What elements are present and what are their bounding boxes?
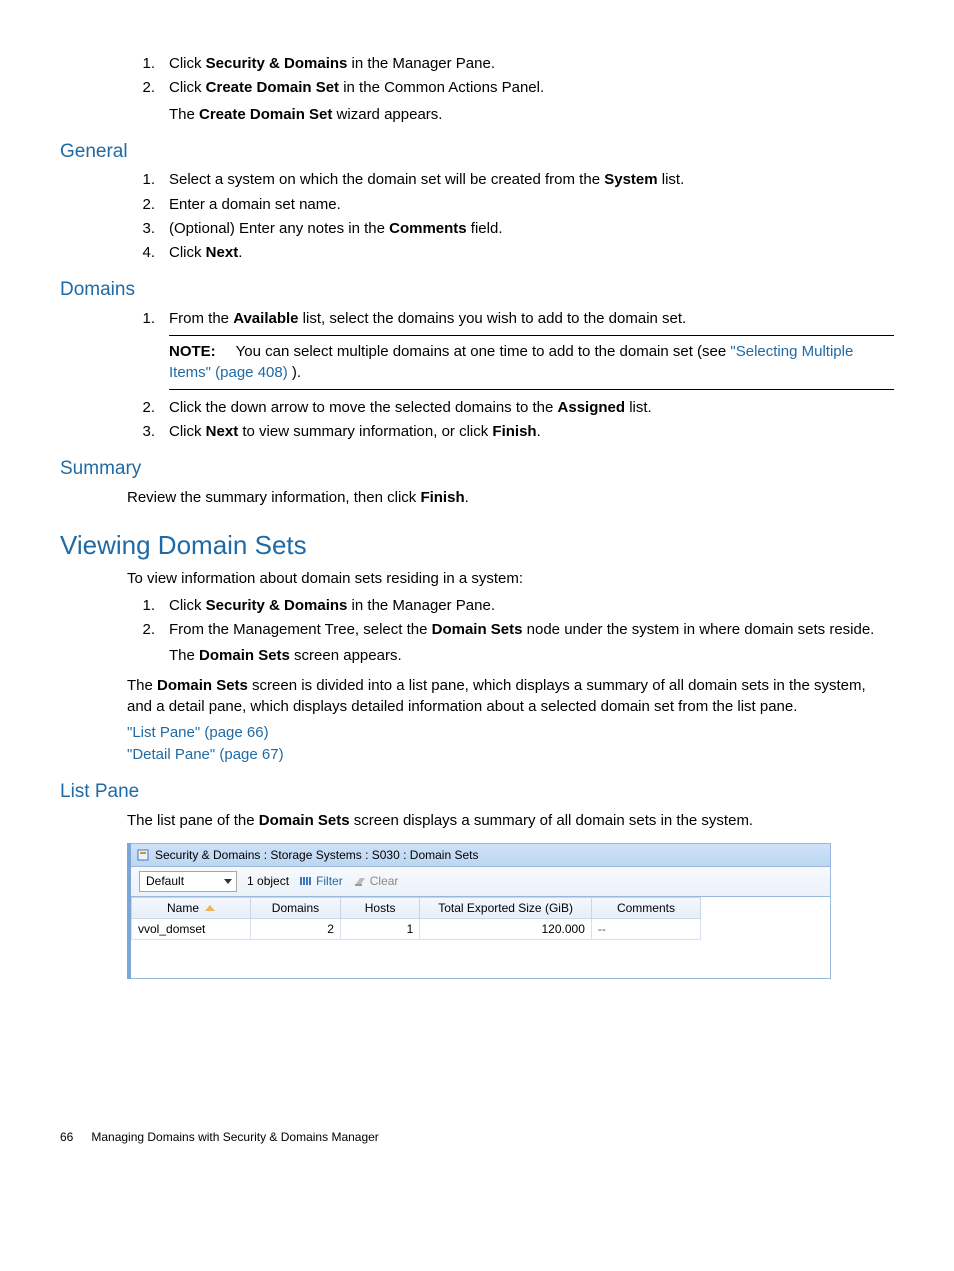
col-total-exported-size[interactable]: Total Exported Size (GiB) (420, 897, 592, 918)
screenshot-titlebar: Security & Domains : Storage Systems : S… (131, 843, 831, 867)
link-list-pane[interactable]: "List Pane" (page 66) (127, 724, 269, 741)
list-item: 1. Select a system on which the domain s… (127, 170, 894, 190)
eraser-icon (353, 875, 367, 887)
view-select-value: Default (146, 873, 184, 889)
list-item: 2. Click the down arrow to move the sele… (127, 398, 894, 418)
list-pane-text: The list pane of the Domain Sets screen … (127, 811, 894, 831)
table-row[interactable]: vvol_domset 2 1 120.000 -- (132, 918, 701, 939)
page-number: 66 (60, 1129, 88, 1145)
list-item: 2. From the Management Tree, select the … (127, 620, 894, 667)
clear-button[interactable]: Clear (353, 873, 399, 889)
heading-list-pane: List Pane (60, 779, 894, 805)
intro-steps: 1. Click Security & Domains in the Manag… (127, 54, 894, 125)
note-block: NOTE:You can select multiple domains at … (169, 335, 894, 390)
domains-steps: 1. From the Available list, select the d… (127, 309, 894, 442)
link-detail-pane[interactable]: "Detail Pane" (page 67) (127, 746, 284, 763)
list-item: 1. From the Available list, select the d… (127, 309, 894, 390)
note-label: NOTE: (169, 343, 216, 360)
viewing-description: The Domain Sets screen is divided into a… (127, 676, 894, 717)
viewing-links: "List Pane" (page 66) "Detail Pane" (pag… (127, 723, 894, 766)
list-item: 4. Click Next. (127, 243, 894, 263)
viewing-steps: 1. Click Security & Domains in the Manag… (127, 596, 894, 667)
screenshot-toolbar: Default 1 object Filter Clear (131, 867, 831, 896)
list-item: 2. Click Create Domain Set in the Common… (127, 78, 894, 125)
heading-general: General (60, 139, 894, 165)
sort-ascending-icon (205, 905, 215, 911)
viewing-intro: To view information about domain sets re… (127, 569, 894, 589)
step-number: 1. (127, 54, 155, 74)
window-icon (137, 849, 149, 861)
col-domains[interactable]: Domains (251, 897, 341, 918)
general-steps: 1. Select a system on which the domain s… (127, 170, 894, 263)
screenshot-title: Security & Domains : Storage Systems : S… (155, 847, 478, 863)
cell-hosts: 1 (340, 918, 419, 939)
summary-text: Review the summary information, then cli… (127, 488, 894, 508)
heading-viewing-domain-sets: Viewing Domain Sets (60, 528, 894, 563)
col-comments[interactable]: Comments (591, 897, 700, 918)
list-item: 2. Enter a domain set name. (127, 195, 894, 215)
filter-icon (299, 875, 313, 887)
list-item: 3. Click Next to view summary informatio… (127, 422, 894, 442)
screenshot-domain-sets-list-pane: Security & Domains : Storage Systems : S… (127, 843, 831, 979)
cell-comments: -- (591, 918, 700, 939)
col-hosts[interactable]: Hosts (340, 897, 419, 918)
list-item: 1. Click Security & Domains in the Manag… (127, 54, 894, 74)
col-name[interactable]: Name (132, 897, 251, 918)
cell-domains: 2 (251, 918, 341, 939)
heading-summary: Summary (60, 456, 894, 482)
cell-size: 120.000 (420, 918, 592, 939)
heading-domains: Domains (60, 277, 894, 303)
footer-title: Managing Domains with Security & Domains… (91, 1130, 378, 1144)
view-select[interactable]: Default (139, 871, 237, 891)
list-item: 3. (Optional) Enter any notes in the Com… (127, 219, 894, 239)
list-item: 1. Click Security & Domains in the Manag… (127, 596, 894, 616)
chevron-down-icon (224, 879, 232, 884)
table-empty-area (131, 940, 830, 978)
table-header-row: Name Domains Hosts Total Exported Size (… (132, 897, 701, 918)
object-count: 1 object (247, 873, 289, 889)
page-footer: 66 Managing Domains with Security & Doma… (60, 1129, 894, 1145)
screenshot-table: Name Domains Hosts Total Exported Size (… (131, 897, 831, 979)
cell-name: vvol_domset (132, 918, 251, 939)
filter-button[interactable]: Filter (299, 873, 343, 889)
step-number: 2. (127, 78, 155, 98)
